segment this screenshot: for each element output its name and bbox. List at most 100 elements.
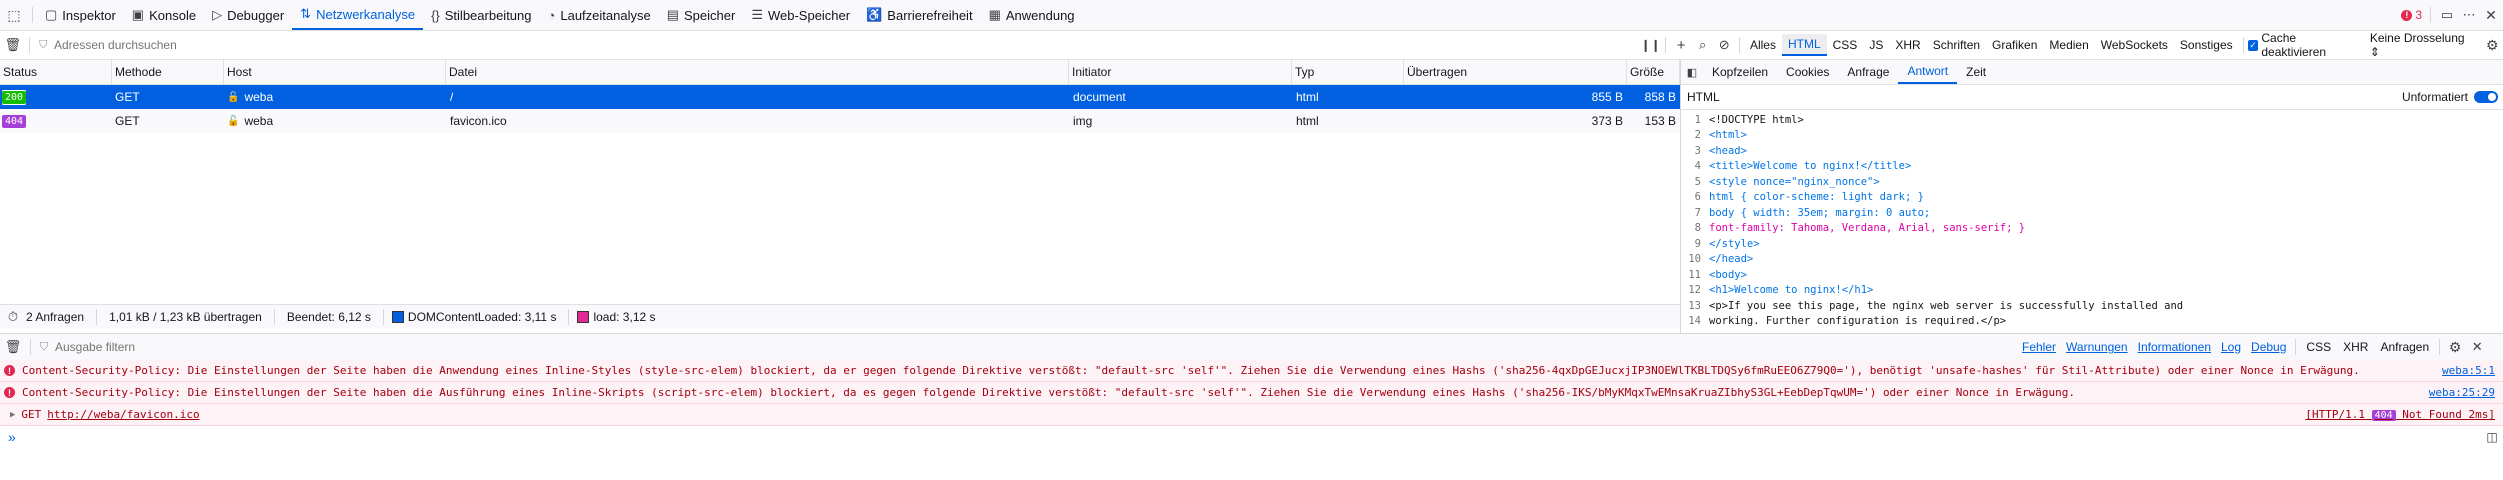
url-filter-input[interactable]	[52, 37, 1640, 53]
request-file: /	[450, 90, 454, 104]
close-icon[interactable]: ✕	[2466, 339, 2488, 355]
dock-icon[interactable]: ▭	[2435, 7, 2459, 23]
performance-icon[interactable]: ⏱	[0, 309, 26, 325]
filter-css[interactable]: CSS	[1827, 34, 1864, 56]
level-info[interactable]: Informationen	[2133, 336, 2216, 358]
tab-inspector[interactable]: ▢ Inspektor	[37, 0, 124, 30]
console-message-network[interactable]: ▶ GET http://weba/favicon.ico [HTTP/1.1 …	[0, 404, 2503, 426]
column-file[interactable]: Datei	[446, 60, 1069, 84]
request-row[interactable]: 404 GET 🔓 weba favicon.ico img html 373 B…	[0, 109, 1680, 133]
column-initiator[interactable]: Initiator	[1069, 60, 1292, 84]
column-method[interactable]: Methode	[112, 60, 224, 84]
tab-headers[interactable]: Kopfzeilen	[1703, 60, 1777, 84]
filter-icon: ⛉	[39, 38, 48, 51]
tab-memory[interactable]: ▤ Speicher	[659, 0, 744, 30]
application-icon: ▦	[988, 7, 1001, 22]
raw-toggle[interactable]	[2474, 91, 2498, 103]
column-size[interactable]: Größe	[1627, 60, 1680, 84]
toolbar-divider	[30, 339, 31, 355]
console-filter-xhr[interactable]: XHR	[2337, 336, 2374, 358]
request-host: weba	[244, 90, 274, 104]
filter-other[interactable]: Sonstiges	[2174, 34, 2239, 56]
filter-all[interactable]: Alles	[1744, 34, 1782, 56]
filter-fonts[interactable]: Schriften	[1927, 34, 1986, 56]
toolbar-divider	[2439, 339, 2441, 355]
tab-debugger[interactable]: ▷ Debugger	[204, 0, 292, 30]
tab-timings[interactable]: Zeit	[1957, 60, 1995, 84]
message-url[interactable]: http://weba/favicon.ico	[47, 408, 199, 421]
level-errors[interactable]: Fehler	[2017, 336, 2061, 358]
column-status[interactable]: Status	[0, 60, 112, 84]
tab-label: Anwendung	[1005, 7, 1075, 23]
cache-checkbox[interactable]: ✓	[2247, 39, 2259, 51]
accessibility-icon: ♿	[866, 7, 883, 22]
pick-element-icon[interactable]: ⬚	[0, 0, 28, 30]
filter-media[interactable]: Medien	[2043, 34, 2094, 56]
network-icon: ⇅	[300, 6, 312, 21]
settings-gear-icon[interactable]: ⚙	[2482, 37, 2503, 54]
request-row[interactable]: 200 GET 🔓 weba / document html 855 B 858 …	[0, 85, 1680, 109]
network-toolbar: 🗑 ⛉ ❙❙ + ⌕ ⊘ Alles HTML CSS JS XHR Schri…	[0, 31, 2503, 60]
status-badge: 200	[2, 89, 27, 105]
trash-icon[interactable]: 🗑	[0, 37, 25, 53]
column-transferred[interactable]: Übertragen	[1404, 60, 1627, 84]
finish-time: Beendet: 6,12 s	[286, 310, 371, 324]
block-icon[interactable]: ⊘	[1713, 37, 1735, 53]
column-type[interactable]: Typ	[1292, 60, 1404, 84]
console-icon: ▣	[131, 7, 145, 22]
tab-style-editor[interactable]: {} Stilbearbeitung	[423, 0, 539, 30]
tab-storage[interactable]: ☰ Web-Speicher	[743, 0, 858, 30]
tab-accessibility[interactable]: ♿ Barrierefreiheit	[858, 0, 980, 30]
filter-html[interactable]: HTML	[1781, 34, 1827, 56]
tab-label: Konsole	[149, 7, 197, 23]
level-warnings[interactable]: Warnungen	[2061, 336, 2133, 358]
storage-icon: ☰	[751, 7, 763, 22]
tab-console[interactable]: ▣ Konsole	[124, 0, 204, 30]
error-count-icon[interactable]: ! 3	[2401, 8, 2422, 22]
code-line: 9 </style>	[1694, 237, 1760, 250]
expand-arrow-icon[interactable]: ▶	[10, 410, 15, 420]
filter-xhr[interactable]: XHR	[1889, 34, 1926, 56]
level-log[interactable]: Log	[2216, 336, 2246, 358]
request-file: favicon.ico	[450, 114, 507, 128]
tab-label: Web-Speicher	[767, 7, 851, 23]
request-size: 858 B	[1644, 90, 1676, 104]
code-text: body { width: 35em; margin: 0 auto;	[1709, 206, 1931, 219]
request-size: 153 B	[1644, 114, 1676, 128]
trash-icon[interactable]: 🗑	[0, 339, 26, 355]
tab-request[interactable]: Anfrage	[1838, 60, 1898, 84]
request-type: html	[1296, 90, 1319, 104]
settings-gear-icon[interactable]: ⚙	[2444, 339, 2466, 356]
pause-icon[interactable]: ❙❙	[1640, 38, 1662, 52]
add-icon[interactable]: +	[1670, 37, 1692, 54]
console-filter-requests[interactable]: Anfragen	[2374, 336, 2435, 358]
tab-response[interactable]: Antwort	[1898, 60, 1958, 84]
tab-network[interactable]: ⇅ Netzwerkanalyse	[292, 0, 424, 30]
load-time: load: 3,12 s	[593, 310, 656, 324]
message-location-link[interactable]: weba:5:1	[2442, 364, 2495, 377]
more-options-icon[interactable]: ⋯	[2459, 7, 2479, 23]
tab-application[interactable]: ▦ Anwendung	[981, 0, 1083, 30]
toggle-sidebar-icon[interactable]: ◧	[1681, 66, 1703, 79]
console-input-row[interactable]: » ◫	[0, 426, 2503, 448]
search-icon[interactable]: ⌕	[1692, 37, 1714, 53]
throttle-select[interactable]: Keine Drosselung ⇕	[2370, 31, 2476, 59]
message-text: Content-Security-Policy: Die Einstellung…	[22, 364, 2360, 377]
split-editor-icon[interactable]: ◫	[2481, 430, 2503, 444]
column-host[interactable]: Host	[224, 60, 446, 84]
code-text: <body>	[1709, 268, 1747, 281]
filter-websockets[interactable]: WebSockets	[2095, 34, 2174, 56]
filter-images[interactable]: Grafiken	[1986, 34, 2043, 56]
tab-label: Netzwerkanalyse	[316, 6, 416, 22]
code-line: 13 <p>If you see this page, the nginx web…	[1688, 299, 2184, 312]
close-icon[interactable]: ✕	[2479, 7, 2503, 24]
tab-cookies[interactable]: Cookies	[1777, 60, 1838, 84]
message-location-link[interactable]: weba:25:29	[2429, 386, 2495, 399]
console-filter-input[interactable]	[53, 339, 2017, 355]
console-filter-css[interactable]: CSS	[2300, 336, 2337, 358]
insecure-lock-icon: 🔓	[227, 91, 240, 103]
tab-performance[interactable]: ◔ Laufzeitanalyse	[540, 0, 659, 30]
request-method: GET	[115, 90, 140, 104]
level-debug[interactable]: Debug	[2246, 336, 2291, 358]
filter-js[interactable]: JS	[1863, 34, 1889, 56]
